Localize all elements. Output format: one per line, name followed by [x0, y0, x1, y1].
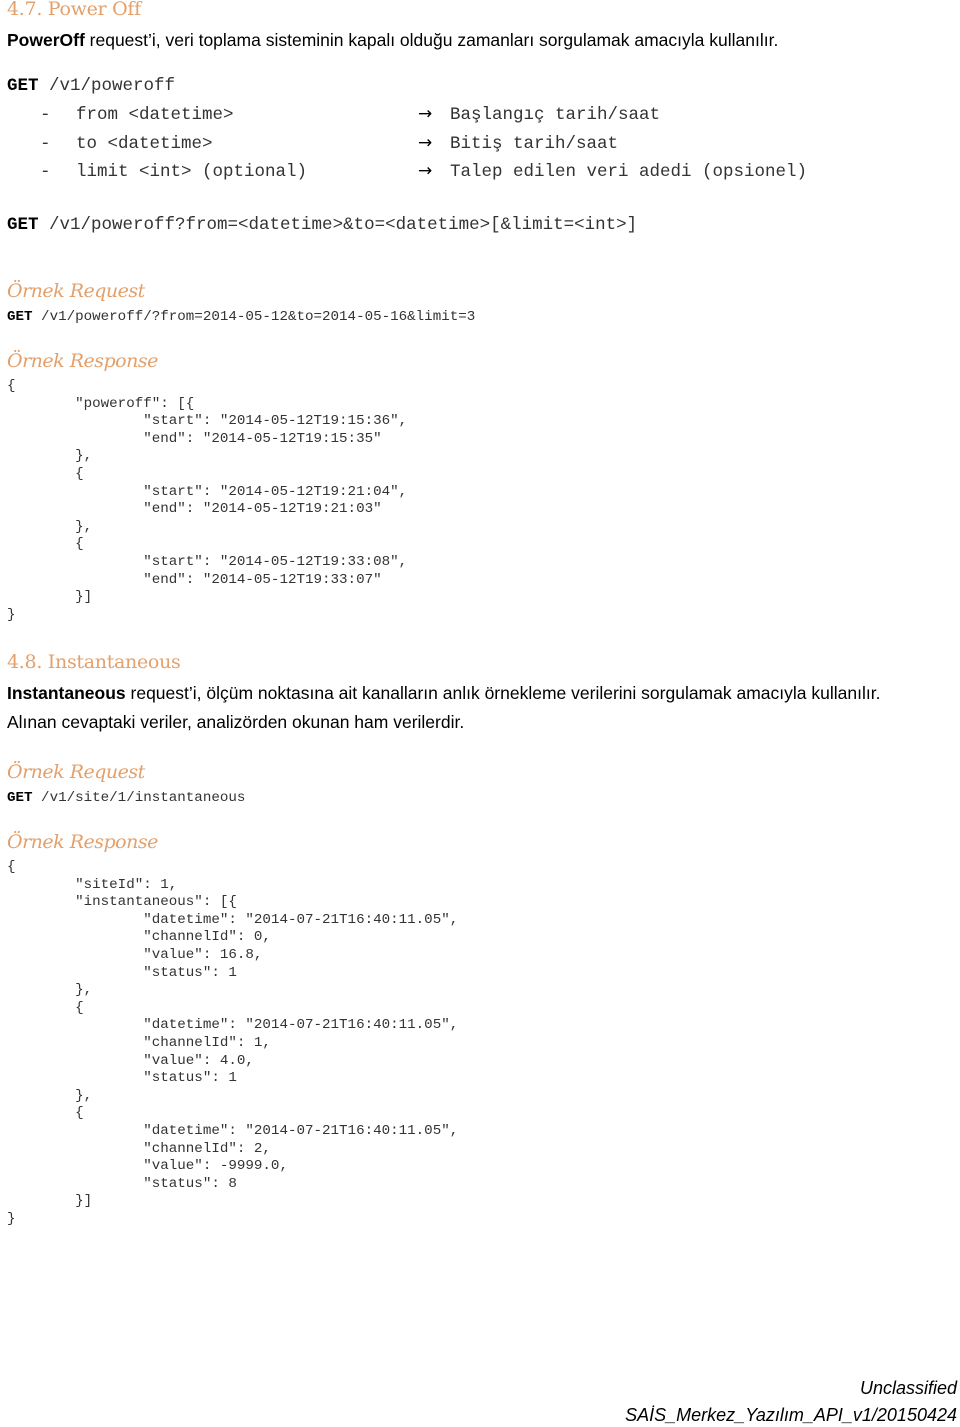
code-line: "siteId": 1, [7, 876, 178, 893]
code-line: "datetime": "2014-07-21T16:40:11.05", [7, 1123, 459, 1139]
power-off-intro-text: request’i, veri toplama sisteminin kapal… [84, 30, 779, 50]
code-line: "channelId": 2, [7, 1140, 271, 1157]
code-line: "value": 16.8, [7, 947, 263, 963]
param-description: Talep edilen veri adedi (opsionel) [450, 162, 808, 182]
query-path: /v1/poweroff?from=<datetime>&to=<datetim… [38, 215, 638, 235]
http-method: GET [7, 76, 39, 96]
right-arrow-icon: → [418, 104, 433, 124]
code-line: "end": "2014-05-12T19:15:35" [7, 430, 382, 447]
code-line: }, [7, 518, 93, 535]
code-line: "value": 4.0, [7, 1052, 254, 1069]
param-bullet: - [40, 105, 51, 125]
code-line: "status": 1 [7, 1070, 237, 1087]
http-method: GET [7, 309, 33, 325]
code-line: "datetime": "2014-07-21T16:40:11.05", [7, 911, 459, 928]
code-line: "instantaneous": [{ [7, 894, 237, 911]
power-off-intro-bold: PowerOff [7, 30, 85, 50]
code-line: { [7, 378, 16, 394]
code-line: } [7, 606, 16, 623]
code-line: "status": 1 [7, 964, 237, 981]
endpoint-signature: GET /v1/poweroff [7, 76, 175, 96]
param-description: Başlangıç tarih/saat [450, 105, 661, 125]
example-request: GET /v1/poweroff/?from=2014-05-12&to=201… [7, 309, 475, 325]
http-method: GET [7, 215, 39, 235]
code-line: }] [7, 1193, 93, 1210]
example-request-title: Örnek Request [7, 761, 145, 783]
power-off-intro: PowerOff request’i, veri toplama sistemi… [7, 30, 778, 51]
query-signature: GET /v1/poweroff?from=<datetime>&to=<dat… [7, 215, 637, 235]
param-bullet: - [40, 162, 51, 182]
code-line: "end": "2014-05-12T19:33:07" [7, 571, 382, 588]
code-line: { [7, 536, 84, 553]
footer-document-id: SAİS_Merkez_Yazılım_API_v1/20150424 [625, 1405, 957, 1425]
code-line: }, [7, 982, 93, 999]
param-name: to <datetime> [76, 134, 213, 154]
code-line: }, [7, 1087, 93, 1104]
code-line: { [7, 1105, 84, 1122]
example-request-path: /v1/poweroff/?from=2014-05-12&to=2014-05… [32, 309, 476, 325]
code-line: "channelId": 1, [7, 1035, 271, 1051]
example-response-title: Örnek Response [7, 831, 158, 853]
example-request-title: Örnek Request [7, 280, 145, 302]
instantaneous-intro: Instantaneous request’i, ölçüm noktasına… [7, 683, 880, 704]
footer-classification: Unclassified [859, 1378, 957, 1398]
param-name: from <datetime> [76, 105, 234, 125]
code-line: }] [7, 589, 93, 606]
code-line: { [7, 466, 84, 482]
code-line: "value": -9999.0, [7, 1158, 288, 1175]
example-request-path: /v1/site/1/instantaneous [32, 790, 246, 806]
right-arrow-icon: → [418, 133, 433, 153]
code-line: "channelId": 0, [7, 929, 271, 946]
section-heading-power-off: 4.7. Power Off [7, 0, 141, 20]
instantaneous-intro-line2: Alınan cevaptaki veriler, analizörden ok… [7, 712, 465, 732]
instantaneous-intro-text: request’i, ölçüm noktasına ait kanalları… [125, 683, 881, 703]
code-line: "start": "2014-05-12T19:15:36", [7, 413, 408, 430]
code-line: }, [7, 448, 93, 465]
code-line: { [7, 999, 84, 1016]
param-bullet: - [40, 134, 51, 154]
instantaneous-intro-bold: Instantaneous [7, 683, 126, 703]
code-line: "start": "2014-05-12T19:33:08", [7, 554, 408, 570]
param-description: Bitiş tarih/saat [450, 134, 619, 154]
code-line: { [7, 859, 16, 875]
right-arrow-icon: → [418, 161, 433, 181]
code-line: "start": "2014-05-12T19:21:04", [7, 483, 408, 500]
example-response-title: Örnek Response [7, 350, 158, 372]
section-heading-instantaneous: 4.8. Instantaneous [7, 651, 181, 673]
http-method: GET [7, 790, 33, 806]
example-request: GET /v1/site/1/instantaneous [7, 790, 245, 806]
code-line: "datetime": "2014-07-21T16:40:11.05", [7, 1017, 459, 1034]
code-line: "poweroff": [{ [7, 395, 195, 412]
endpoint-path: /v1/poweroff [38, 76, 176, 96]
code-line: } [7, 1211, 16, 1227]
param-name: limit <int> (optional) [76, 162, 308, 182]
code-line: "end": "2014-05-12T19:21:03" [7, 501, 382, 518]
code-line: "status": 8 [7, 1175, 237, 1192]
